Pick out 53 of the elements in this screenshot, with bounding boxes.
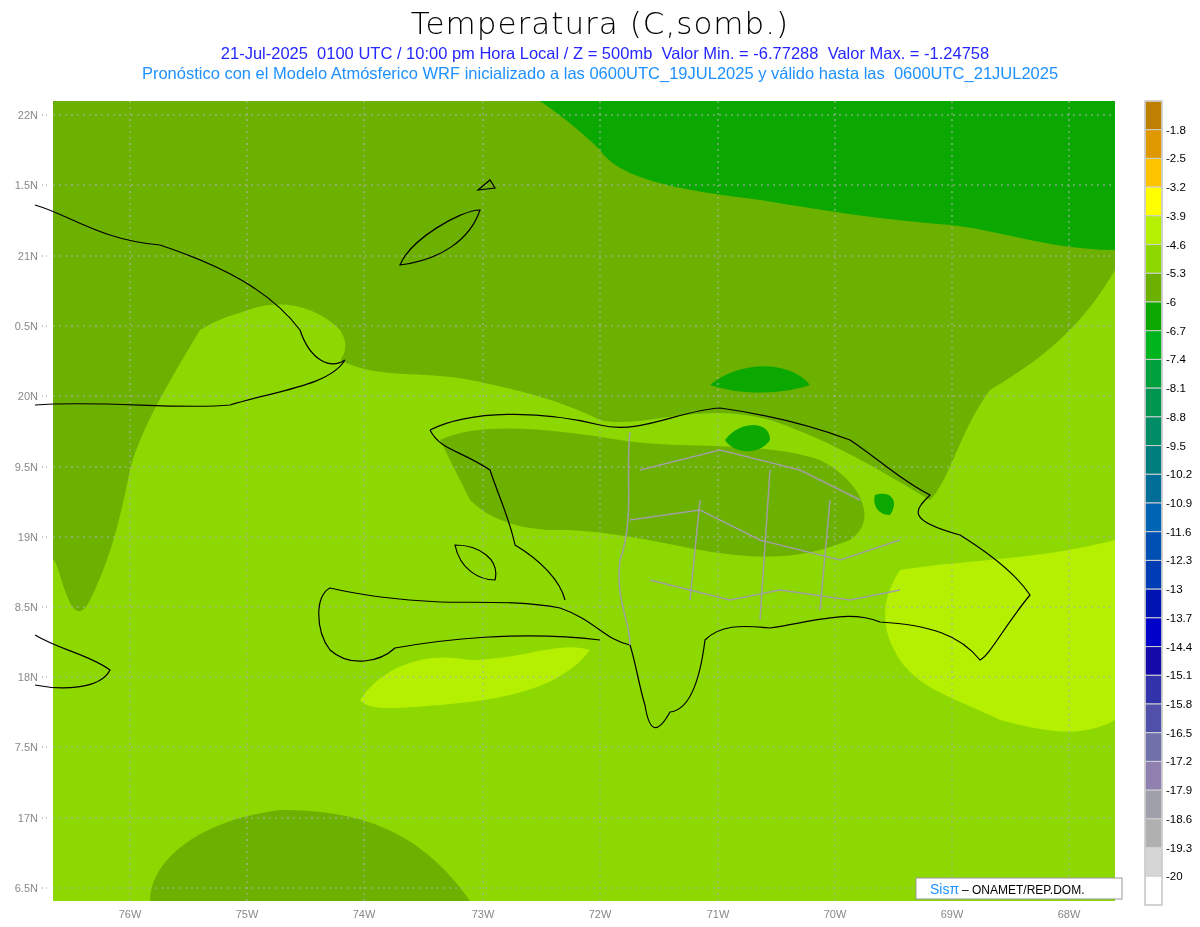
forecast-note: Pronóstico con el Modelo Atmósferico WRF inicializado a las 0600UTC_19JUL2025 y válido hasta las 0600UTC_21JUL2025 — [141, 63, 1059, 83]
scale-label: -3.2 — [1166, 181, 1186, 194]
latitude-label: 17N — [17, 812, 38, 824]
logo-mark: Sisπ — [930, 881, 960, 897]
longitude-label: 70W — [823, 908, 847, 920]
longitude-label: 71W — [706, 908, 730, 920]
map-title: Temperatura (C,somb.) — [410, 4, 790, 43]
longitude-label: 68W — [1057, 908, 1081, 920]
scale-label: -3.9 — [1166, 209, 1186, 222]
scale-label: -9.5 — [1166, 439, 1186, 452]
scale-label: -12.3 — [1166, 554, 1193, 567]
scale-label: -13.7 — [1166, 611, 1193, 624]
latitude-label: 19N — [17, 531, 38, 543]
latitude-label: 18N — [17, 671, 38, 683]
scale-label: -17.9 — [1166, 784, 1193, 797]
latitude-label: 6.5N — [14, 882, 38, 894]
longitude-label: 69W — [940, 908, 964, 920]
scale-label: -10.2 — [1166, 468, 1193, 481]
latitude-label: 9.5N — [14, 461, 38, 473]
scale-label: -14.4 — [1166, 640, 1193, 653]
scale-label: -10.9 — [1166, 497, 1193, 509]
scale-label: -6.7 — [1166, 324, 1186, 337]
scale-label: -16.5 — [1166, 726, 1193, 739]
longitude-label: 74W — [352, 908, 376, 920]
longitude-label: 73W — [471, 908, 495, 920]
longitude-label: 76W — [118, 908, 142, 920]
latitude-label: 8.5N — [14, 601, 38, 613]
scale-label: -15.8 — [1166, 698, 1193, 710]
scale-label: -11.6 — [1166, 525, 1192, 538]
scale-label: -19.3 — [1166, 841, 1193, 854]
scale-label: -15.1 — [1166, 669, 1193, 682]
scale-label: -2.5 — [1166, 152, 1186, 165]
scale-label: -5.3 — [1166, 267, 1186, 280]
credit-text: – ONAMET/REP.DOM. — [962, 883, 1085, 897]
latitude-label: 21N — [17, 250, 38, 262]
scale-label: -17.2 — [1166, 755, 1193, 768]
scale-label: -6 — [1166, 296, 1177, 308]
subtitle: 21-Jul-2025 0100 UTC / 10:00 pm Hora Local / Z = 500mb Valor Min. = -6.77288 Valor Max. = -1.24758 — [220, 43, 990, 63]
scale-label: -8.1 — [1166, 382, 1186, 395]
scale-label: -7.4 — [1166, 353, 1186, 366]
scale-label: -8.8 — [1166, 410, 1186, 423]
scale-label: -20 — [1166, 870, 1183, 883]
scale-label: -4.6 — [1166, 238, 1186, 251]
latitude-label: 0.5N — [14, 320, 38, 332]
scale-label: -1.8 — [1166, 123, 1186, 136]
latitude-label: 20N — [17, 390, 38, 402]
latitude-label: 1.5N — [14, 179, 38, 191]
scale-label: -13 — [1166, 583, 1183, 596]
scale-label: -18.6 — [1166, 812, 1193, 825]
latitude-label: 22N — [17, 109, 38, 121]
latitude-label: 7.5N — [14, 741, 38, 753]
longitude-label: 75W — [235, 908, 259, 920]
longitude-label: 72W — [588, 908, 612, 920]
